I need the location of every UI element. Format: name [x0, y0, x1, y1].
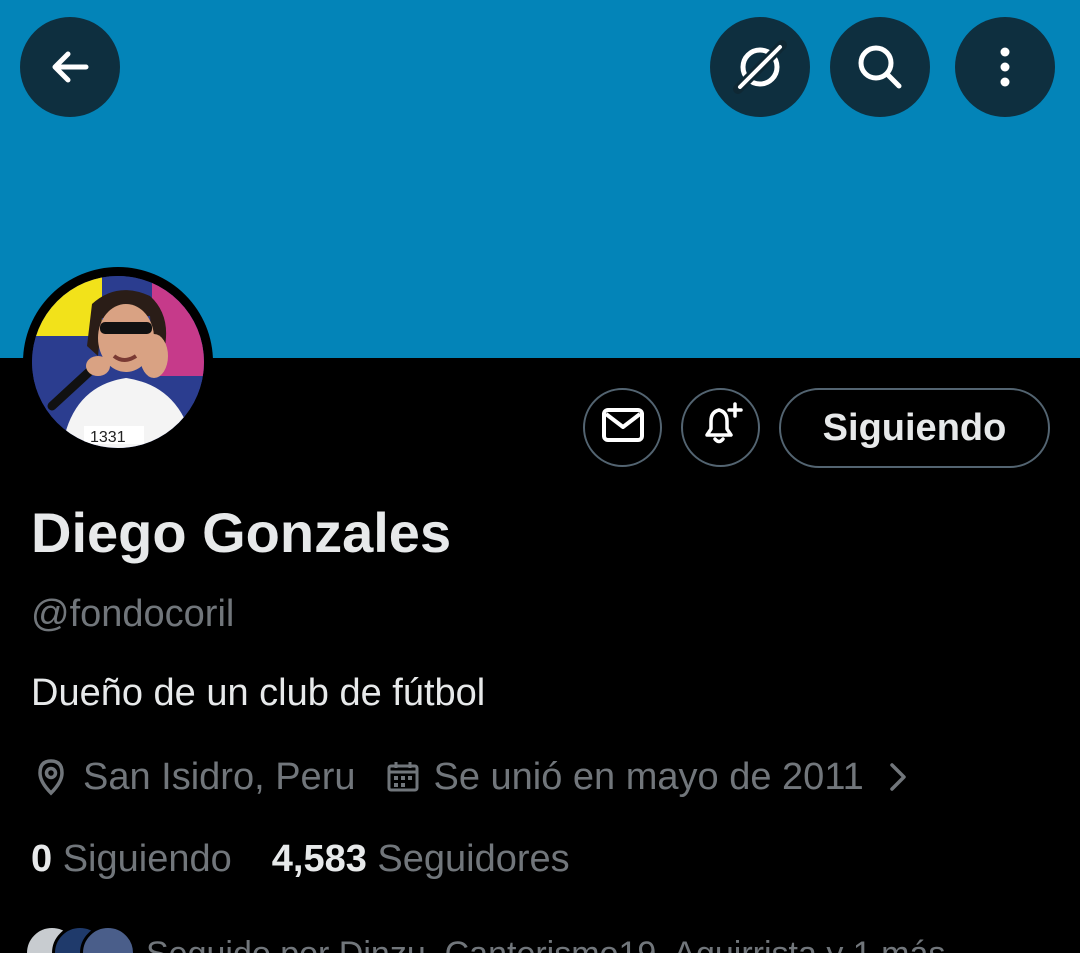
chevron-right-icon[interactable] [884, 759, 910, 795]
followers-count: 4,583 [271, 837, 378, 880]
back-button[interactable] [20, 17, 120, 117]
profile-bio: Dueño de un club de fútbol [31, 672, 486, 714]
mail-icon [601, 407, 645, 448]
followed-by-text: Seguido por Dinzu, Canterismo19, Aguirri… [146, 935, 945, 953]
join-date-text: Se unió en mayo de 2011 [433, 755, 864, 798]
location-text: San Isidro, Peru [83, 755, 356, 798]
calendar-icon [385, 759, 421, 795]
follow-stats: 0 Siguiendo 4,583 Seguidores [31, 834, 570, 884]
notifications-button[interactable] [681, 388, 760, 467]
arrow-left-icon [46, 43, 94, 91]
profile-page: 1331 Siguiendo Diego Gonzales @fondocori… [0, 0, 1080, 953]
message-button[interactable] [583, 388, 662, 467]
following-count: 0 [31, 837, 63, 880]
avatar-container[interactable]: 1331 [23, 267, 213, 457]
grok-button[interactable] [710, 17, 810, 117]
more-options-button[interactable] [955, 17, 1055, 117]
more-vertical-icon [995, 45, 1015, 89]
username-handle: @fondocoril [31, 593, 235, 635]
search-button[interactable] [830, 17, 930, 117]
avatar: 1331 [32, 276, 204, 448]
svg-text:1331: 1331 [90, 429, 126, 446]
display-name: Diego Gonzales [31, 501, 452, 564]
followers-label: Seguidores [377, 837, 570, 880]
grok-icon [730, 37, 790, 97]
search-icon [853, 40, 907, 94]
followers-stat[interactable]: 4,583 Seguidores [272, 838, 570, 881]
following-button[interactable]: Siguiendo [779, 388, 1050, 468]
following-label: Siguiendo [62, 837, 232, 880]
profile-meta: San Isidro, Peru Se unió en mayo de 2011 [31, 752, 910, 802]
location-pin-icon [31, 757, 71, 797]
bell-plus-icon [697, 401, 745, 454]
followed-by-row[interactable]: Seguido por Dinzu, Canterismo19, Aguirri… [24, 925, 945, 953]
following-stat[interactable]: 0 Siguiendo [31, 838, 232, 881]
